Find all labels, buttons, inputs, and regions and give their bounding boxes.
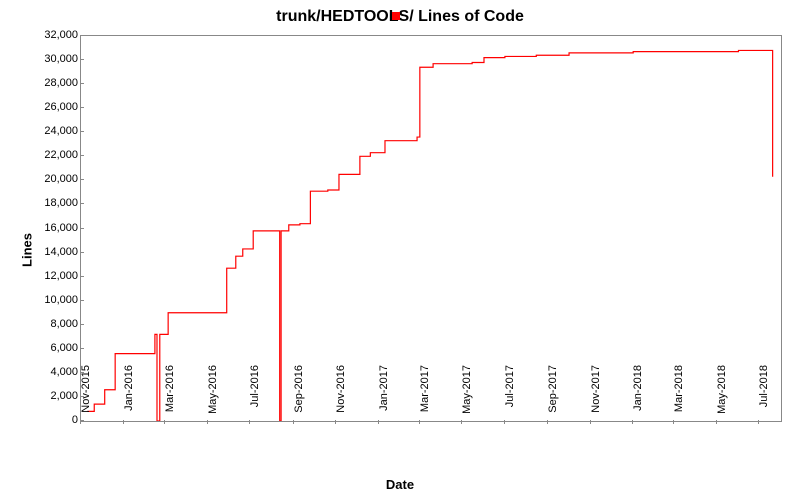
- chart-title: trunk/HEDTOOLS/ Lines of Code: [0, 8, 800, 26]
- title-text: trunk/HEDTOOLS/ Lines of Code: [276, 8, 524, 25]
- y-tick-label: 8,000: [18, 318, 78, 330]
- legend-swatch: [392, 12, 400, 20]
- y-tick-label: 12,000: [18, 270, 78, 282]
- x-axis-label: Date: [0, 477, 800, 492]
- y-tick-label: 0: [18, 414, 78, 426]
- x-tick-label: Mar-2018: [673, 365, 685, 425]
- x-tick-label: Nov-2016: [335, 365, 347, 425]
- y-tick-label: 18,000: [18, 197, 78, 209]
- y-tick-label: 6,000: [18, 342, 78, 354]
- y-tick-label: 24,000: [18, 125, 78, 137]
- x-tick-label: Sep-2016: [293, 365, 305, 425]
- x-tick-label: May-2018: [716, 365, 728, 425]
- y-tick-label: 26,000: [18, 101, 78, 113]
- line-svg: [81, 36, 781, 421]
- x-tick-label: Mar-2016: [164, 365, 176, 425]
- y-tick-label: 20,000: [18, 173, 78, 185]
- x-tick-label: Jul-2017: [504, 365, 516, 425]
- x-tick-label: Nov-2017: [590, 365, 602, 425]
- y-tick-label: 14,000: [18, 246, 78, 258]
- x-tick-label: Jan-2016: [123, 365, 135, 425]
- y-tick-label: 30,000: [18, 53, 78, 65]
- y-tick-label: 10,000: [18, 294, 78, 306]
- x-tick-label: Sep-2017: [547, 365, 559, 425]
- x-tick-label: Jul-2018: [758, 365, 770, 425]
- x-tick-label: Mar-2017: [419, 365, 431, 425]
- x-tick-label: Jan-2018: [632, 365, 644, 425]
- x-tick-label: May-2016: [207, 365, 219, 425]
- y-tick-label: 2,000: [18, 390, 78, 402]
- y-tick-label: 32,000: [18, 29, 78, 41]
- x-tick-label: Jul-2016: [249, 365, 261, 425]
- x-tick-label: Jan-2017: [378, 365, 390, 425]
- y-tick-label: 28,000: [18, 77, 78, 89]
- y-tick-label: 16,000: [18, 222, 78, 234]
- y-tick-label: 4,000: [18, 366, 78, 378]
- x-tick-label: Nov-2015: [80, 365, 92, 425]
- y-tick-label: 22,000: [18, 149, 78, 161]
- x-tick-label: May-2017: [461, 365, 473, 425]
- plot-area: [80, 35, 782, 422]
- chart-container: trunk/HEDTOOLS/ Lines of Code Lines Date…: [0, 0, 800, 500]
